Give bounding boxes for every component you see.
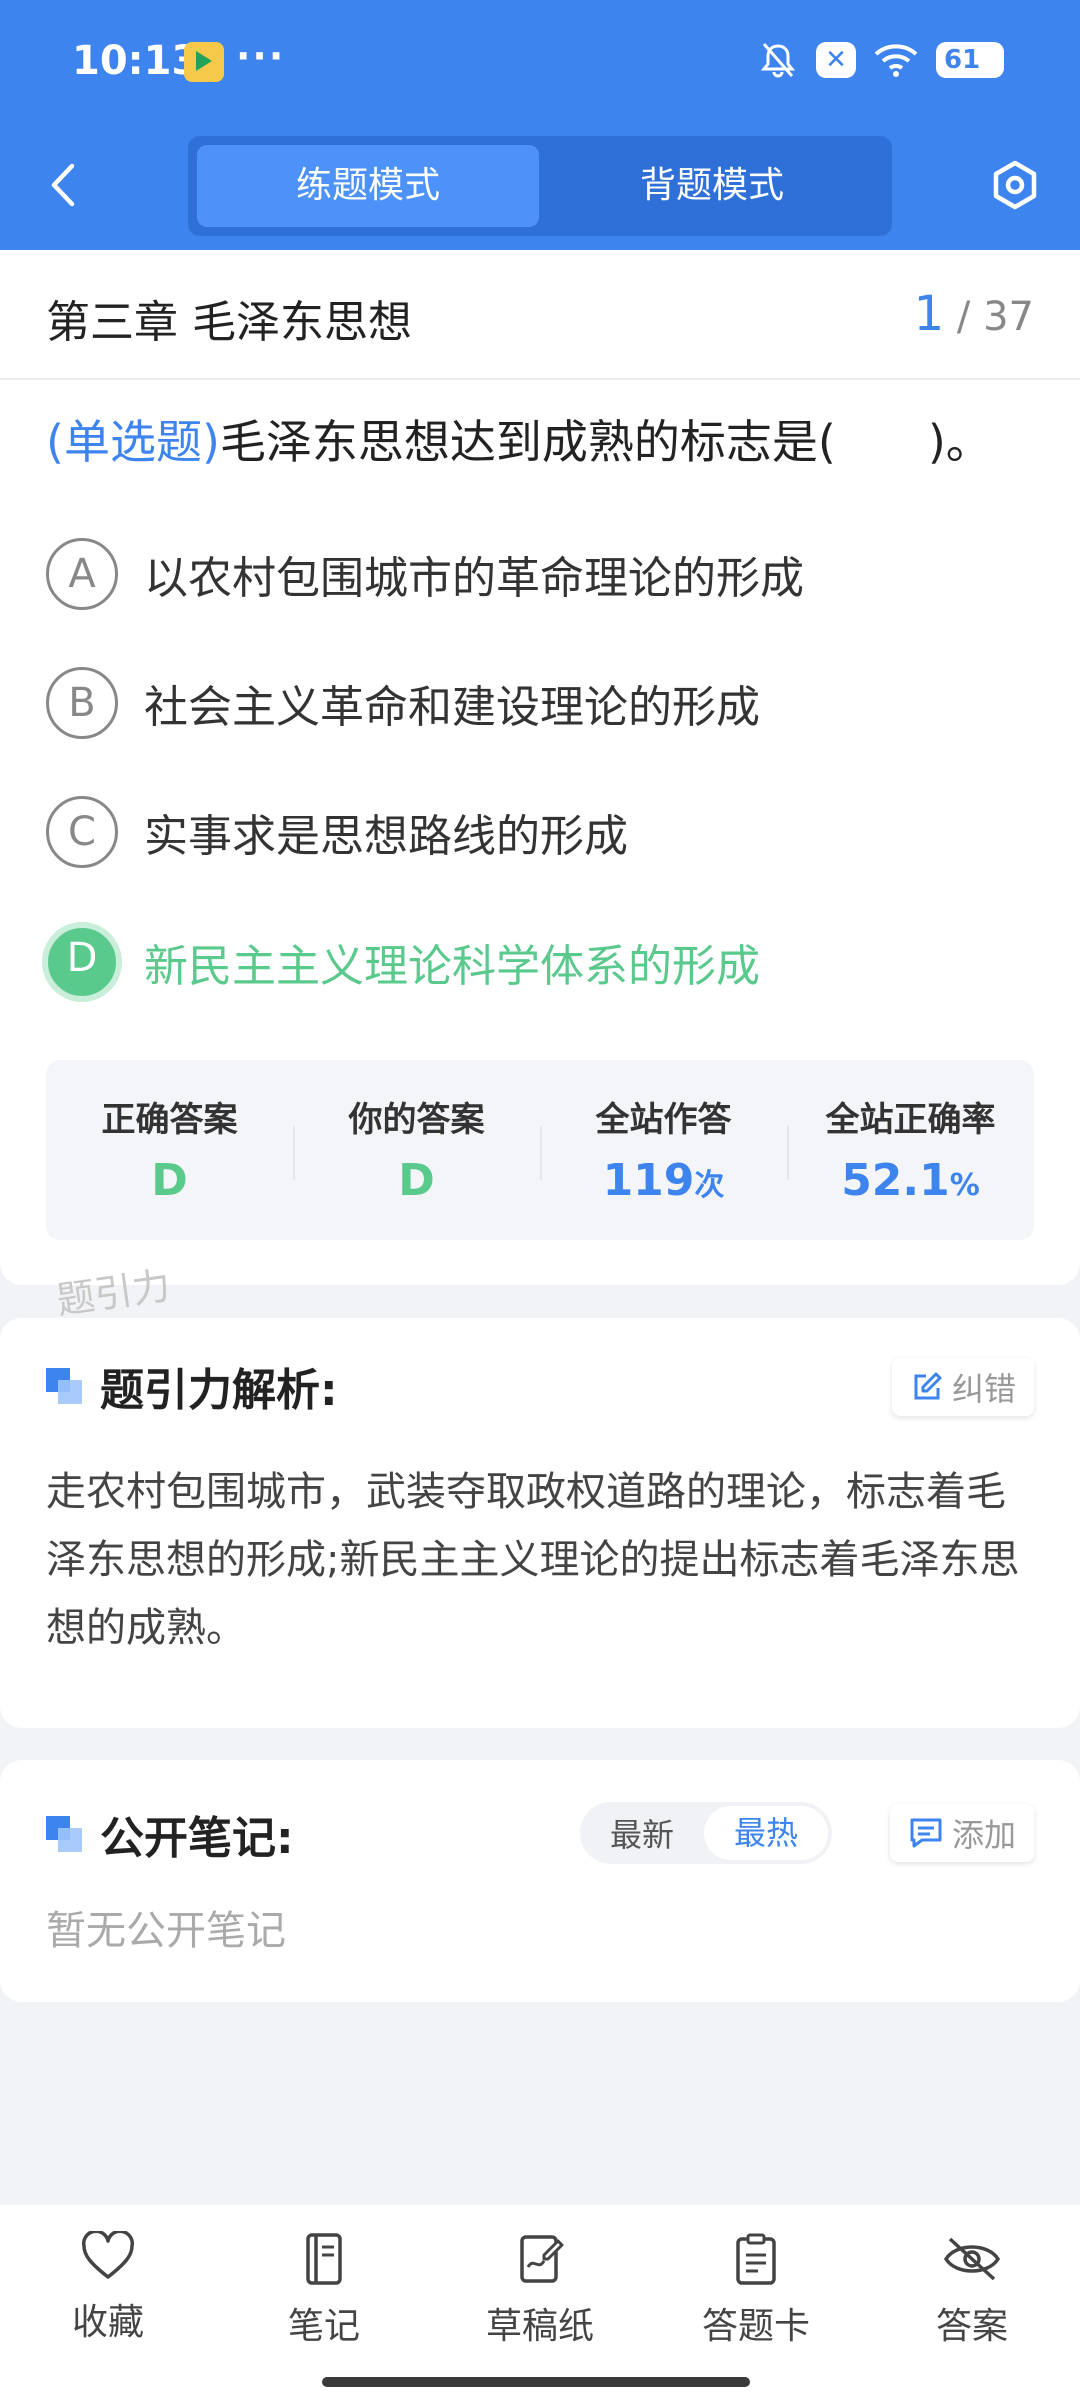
stat-correct-answer: 正确答案 D (46, 1060, 293, 1240)
stat-label: 正确答案 (101, 1100, 238, 1140)
analysis-text: 走农村包围城市，武装夺取政权道路的理论，标志着毛泽东思想的形成;新民主主义理论的… (46, 1469, 1020, 1651)
stat-value: 119次 (540, 1155, 787, 1206)
nav-answer-sheet[interactable]: 答题卡 (676, 2231, 836, 2349)
current-question-number: 1 (913, 286, 945, 342)
section-squares-icon (46, 1816, 82, 1852)
top-header: 10:13 ··· ✕ 61 练题模式 背题模式 (0, 0, 1080, 250)
option-letter: B (46, 667, 118, 739)
stat-unit: 次 (694, 1168, 725, 1203)
option-text: 实事求是思想路线的形成 (144, 811, 628, 862)
bottom-nav: 收藏 笔记 草稿纸 答题卡 答案 (0, 2205, 1080, 2400)
nav-label: 笔记 (287, 2306, 360, 2347)
stat-label: 你的答案 (348, 1100, 485, 1140)
stat-label: 全站正确率 (825, 1100, 996, 1140)
more-notifications-icon: ··· (236, 34, 286, 78)
mute-icon (760, 43, 796, 78)
option-letter: C (46, 796, 118, 868)
analysis-title: 题引力解析: (100, 1365, 338, 1416)
settings-hexagon-icon[interactable] (988, 158, 1042, 212)
option-text: 新民主主义理论科学体系的形成 (144, 941, 760, 992)
nav-answer[interactable]: 答案 (892, 2231, 1052, 2349)
stat-value: 52.1% (787, 1155, 1034, 1206)
eye-off-icon (943, 2237, 1001, 2281)
stat-unit: % (949, 1168, 980, 1203)
add-note-label: 添加 (951, 1816, 1016, 1854)
question-type: (单选题) (46, 415, 220, 469)
notebook-icon (306, 2233, 342, 2285)
stat-site-accuracy: 全站正确率 52.1% (787, 1060, 1034, 1240)
analysis-card: 题引力解析: 纠错 走农村包围城市，武装夺取政权道路的理论，标志着毛泽东思想的形… (0, 1318, 1080, 1728)
option-c[interactable]: C 实事求是思想路线的形成 (46, 796, 628, 868)
battery-indicator: 61 (936, 42, 1004, 78)
nav-draft[interactable]: 草稿纸 (460, 2231, 620, 2349)
option-letter: D (42, 922, 122, 1002)
section-squares-icon (46, 1368, 82, 1404)
comment-icon (910, 1818, 942, 1848)
home-indicator[interactable] (322, 2377, 750, 2387)
status-icons: ✕ 61 (758, 40, 1004, 80)
report-error-label: 纠错 (951, 1370, 1016, 1408)
option-text: 社会主义革命和建设理论的形成 (144, 682, 760, 733)
notes-title: 公开笔记: (100, 1813, 294, 1864)
status-bar: 10:13 ··· ✕ 61 (0, 0, 1080, 125)
data-off-icon: ✕ (816, 42, 856, 78)
option-text: 以农村包围城市的革命理论的形成 (144, 553, 804, 604)
stat-value: D (398, 1155, 435, 1206)
option-a[interactable]: A 以农村包围城市的革命理论的形成 (46, 538, 804, 610)
public-notes-card: 公开笔记: 最新 最热 添加 暂无公开笔记 (0, 1760, 1080, 2002)
stat-number: 52.1 (841, 1155, 950, 1206)
question-stem: (单选题)毛泽东思想达到成熟的标志是( )。 (46, 410, 1046, 474)
tab-recite-mode[interactable]: 背题模式 (541, 145, 883, 227)
stat-value: D (151, 1155, 188, 1206)
analysis-header: 题引力解析: (46, 1354, 338, 1418)
chapter-title: 第三章 毛泽东思想 (46, 297, 412, 348)
draft-icon (520, 2235, 564, 2283)
tab-practice-mode[interactable]: 练题模式 (197, 145, 539, 227)
question-card: 第三章 毛泽东思想 1 / 37 (单选题)毛泽东思想达到成熟的标志是( )。 … (0, 250, 1080, 1285)
question-text: 毛泽东思想达到成熟的标志是( )。 (219, 415, 992, 469)
option-d-correct[interactable]: D 新民主主义理论科学体系的形成 (42, 922, 760, 1002)
answer-stats: 正确答案 D 你的答案 D 全站作答 119次 全站正确率 52.1% (46, 1060, 1034, 1240)
notes-header: 公开笔记: (46, 1802, 294, 1866)
sort-hot[interactable]: 最热 (704, 1806, 828, 1860)
clipboard-icon (736, 2233, 776, 2285)
wifi-icon (874, 44, 918, 77)
nav-favorite[interactable]: 收藏 (28, 2231, 188, 2345)
nav-label: 答题卡 (701, 2306, 810, 2347)
app-notification-icon (184, 42, 224, 82)
heart-icon (82, 2231, 134, 2279)
option-b[interactable]: B 社会主义革命和建设理论的形成 (46, 667, 760, 739)
status-time: 10:13 (72, 38, 200, 84)
add-note-button[interactable]: 添加 (889, 1804, 1034, 1862)
edit-icon (914, 1372, 942, 1400)
nav-notes[interactable]: 笔记 (244, 2231, 404, 2349)
sort-latest[interactable]: 最新 (580, 1810, 704, 1856)
stat-label: 全站作答 (595, 1100, 732, 1140)
divider (0, 378, 1080, 380)
option-letter: A (46, 538, 118, 610)
stat-your-answer: 你的答案 D (293, 1060, 540, 1240)
total-questions: / 37 (956, 294, 1034, 340)
mode-switch: 练题模式 背题模式 (188, 136, 892, 236)
report-error-button[interactable]: 纠错 (891, 1358, 1034, 1416)
nav-label: 答案 (935, 2306, 1008, 2347)
notes-sort-toggle: 最新 最热 (580, 1802, 832, 1864)
empty-notes-message: 暂无公开笔记 (46, 1908, 286, 1954)
question-counter: 1 / 37 (914, 286, 1034, 342)
nav-label: 收藏 (71, 2302, 144, 2343)
nav-label: 草稿纸 (485, 2306, 594, 2347)
stat-number: 119 (602, 1155, 695, 1206)
stat-site-answers: 全站作答 119次 (540, 1060, 787, 1240)
back-arrow-icon[interactable] (44, 160, 84, 210)
